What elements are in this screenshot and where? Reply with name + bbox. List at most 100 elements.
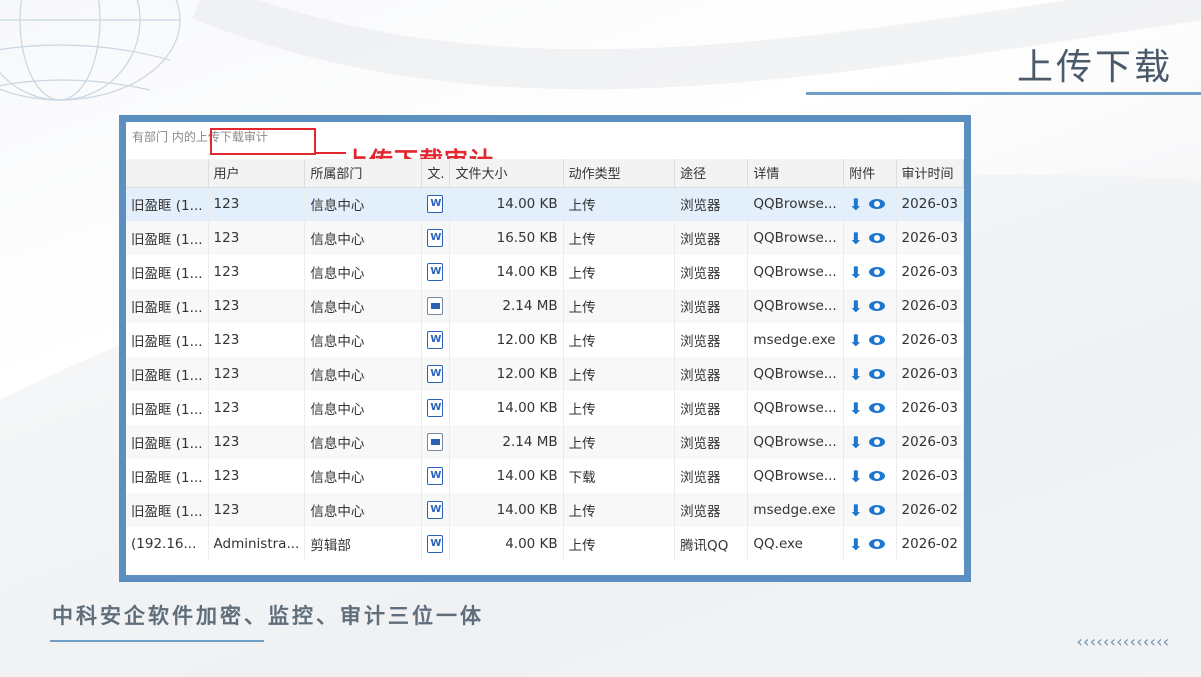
cell-detail: QQ.exe (747, 527, 845, 561)
eye-icon[interactable] (868, 267, 885, 277)
column-header[interactable]: 文. (421, 159, 451, 188)
eye-icon[interactable] (868, 539, 885, 549)
cell-detail: msedge.exe (747, 493, 845, 527)
word-file-icon: W (427, 195, 444, 214)
eye-icon[interactable] (868, 335, 885, 345)
table-row[interactable]: 旧盈眶 (1... 123 信息中心 W 14.00 KB 下载 浏览器 QQBrowse..… (126, 459, 964, 493)
word-file-icon: W (427, 467, 444, 485)
cell-user: 123 (208, 323, 306, 357)
cell-channel: 浏览器 (674, 425, 749, 459)
eye-icon[interactable] (868, 505, 885, 515)
download-icon[interactable]: ⬇ (849, 263, 862, 282)
column-header[interactable]: 所属部门 (304, 159, 423, 188)
cell-file-type: W (421, 255, 451, 289)
cell-attachment: ⬇ (843, 527, 897, 561)
cell-detail: QQBrowse... (747, 357, 845, 391)
cell-action-type: 上传 (563, 289, 676, 323)
column-header[interactable]: 审计时间 (896, 159, 964, 188)
table-row[interactable]: 旧盈眶 (1... 123 信息中心 W 14.00 KB 上传 浏览器 QQBrowse..… (126, 391, 964, 425)
table-row[interactable]: 旧盈眶 (1... 123 信息中心 2.14 MB 上传 浏览器 QQBrowse... ⬇… (126, 289, 964, 323)
cell-detail: QQBrowse... (747, 255, 845, 289)
download-icon[interactable]: ⬇ (849, 433, 862, 452)
eye-icon[interactable] (868, 403, 885, 413)
cell-action-type: 下载 (563, 459, 676, 493)
eye-icon[interactable] (868, 437, 885, 447)
eye-icon[interactable] (868, 233, 885, 243)
eye-icon[interactable] (868, 471, 885, 481)
eye-icon[interactable] (868, 199, 885, 210)
tagline-underline (50, 640, 264, 642)
cell-user: Administra... (208, 527, 306, 561)
download-icon[interactable]: ⬇ (849, 535, 862, 554)
cell-department: 信息中心 (304, 391, 423, 425)
cell-action-type: 上传 (563, 425, 676, 459)
cell-file-size: 2.14 MB (449, 289, 564, 323)
cell-department: 信息中心 (304, 493, 423, 527)
cell-user: 123 (208, 459, 306, 493)
column-header[interactable]: 途径 (674, 159, 749, 188)
cell-user: 123 (208, 221, 306, 255)
audit-table: 用户 所属部门 文. 文件大小 动作类型 途径 详情 附件 审计时间 旧盈眶 (1... 123 信… (126, 159, 964, 561)
table-row[interactable]: 旧盈眶 (1... 123 信息中心 2.14 MB 上传 浏览器 QQBrowse... ⬇… (126, 425, 964, 459)
cell-file-size: 4.00 KB (449, 527, 564, 561)
cell-audit-time: 2026-02 (896, 527, 964, 561)
image-file-icon (427, 297, 444, 315)
table-row[interactable]: 旧盈眶 (1... 123 信息中心 W 12.00 KB 上传 浏览器 msedge.exe… (126, 323, 964, 357)
word-file-icon: W (427, 229, 444, 247)
table-row[interactable]: 旧盈眶 (1... 123 信息中心 W 16.50 KB 上传 浏览器 QQBrowse..… (126, 221, 964, 255)
table-row[interactable]: (192.16... Administra... 剪辑部 W 4.00 KB 上传 腾讯QQ… (126, 527, 964, 561)
cell-channel: 浏览器 (674, 357, 749, 391)
cell-attachment: ⬇ (843, 459, 897, 493)
cell-detail: QQBrowse... (747, 187, 845, 221)
download-icon[interactable]: ⬇ (849, 467, 862, 486)
cell-file-type (421, 289, 451, 323)
word-file-icon: W (427, 535, 444, 553)
eye-icon[interactable] (868, 301, 885, 311)
download-icon[interactable]: ⬇ (849, 229, 862, 248)
download-icon[interactable]: ⬇ (849, 195, 862, 214)
cell-source: 旧盈眶 (1... (126, 357, 209, 391)
cell-channel: 浏览器 (674, 187, 749, 221)
breadcrumb-prefix: 有部门 内的 (132, 130, 196, 144)
cell-source: 旧盈眶 (1... (126, 459, 209, 493)
cell-detail: msedge.exe (747, 323, 845, 357)
download-icon[interactable]: ⬇ (849, 331, 862, 350)
download-icon[interactable]: ⬇ (849, 399, 862, 418)
cell-channel: 浏览器 (674, 391, 749, 425)
word-file-icon: W (427, 331, 444, 349)
cell-attachment: ⬇ (843, 187, 897, 221)
column-header[interactable]: 文件大小 (449, 159, 564, 188)
column-header[interactable] (126, 159, 209, 188)
cell-source: 旧盈眶 (1... (126, 221, 209, 255)
table-row[interactable]: 旧盈眶 (1... 123 信息中心 W 14.00 KB 上传 浏览器 QQBrowse..… (126, 187, 964, 221)
cell-channel: 浏览器 (674, 459, 749, 493)
column-header[interactable]: 用户 (208, 159, 306, 188)
cell-file-size: 14.00 KB (449, 493, 564, 527)
column-header[interactable]: 附件 (843, 159, 897, 188)
title-underline (806, 92, 1201, 95)
download-icon[interactable]: ⬇ (849, 365, 862, 384)
cell-file-size: 14.00 KB (449, 255, 564, 289)
table-row[interactable]: 旧盈眶 (1... 123 信息中心 W 12.00 KB 上传 浏览器 QQBrowse..… (126, 357, 964, 391)
download-icon[interactable]: ⬇ (849, 501, 862, 520)
cell-user: 123 (208, 187, 306, 221)
cell-audit-time: 2026-02 (896, 493, 964, 527)
cell-file-type: W (421, 187, 451, 221)
cell-channel: 浏览器 (674, 221, 749, 255)
table-row[interactable]: 旧盈眶 (1... 123 信息中心 W 14.00 KB 上传 浏览器 msedge.exe… (126, 493, 964, 527)
word-file-icon: W (427, 263, 444, 281)
cell-action-type: 上传 (563, 187, 676, 221)
word-file-icon: W (427, 399, 444, 417)
highlight-box (210, 128, 316, 155)
cell-detail: QQBrowse... (747, 459, 845, 493)
cell-action-type: 上传 (563, 493, 676, 527)
download-icon[interactable]: ⬇ (849, 297, 862, 316)
cell-detail: QQBrowse... (747, 221, 845, 255)
column-header[interactable]: 详情 (747, 159, 845, 188)
cell-source: 旧盈眶 (1... (126, 255, 209, 289)
eye-icon[interactable] (868, 369, 885, 379)
column-header[interactable]: 动作类型 (563, 159, 676, 188)
cell-file-type: W (421, 323, 451, 357)
cell-action-type: 上传 (563, 391, 676, 425)
table-row[interactable]: 旧盈眶 (1... 123 信息中心 W 14.00 KB 上传 浏览器 QQBrowse..… (126, 255, 964, 289)
